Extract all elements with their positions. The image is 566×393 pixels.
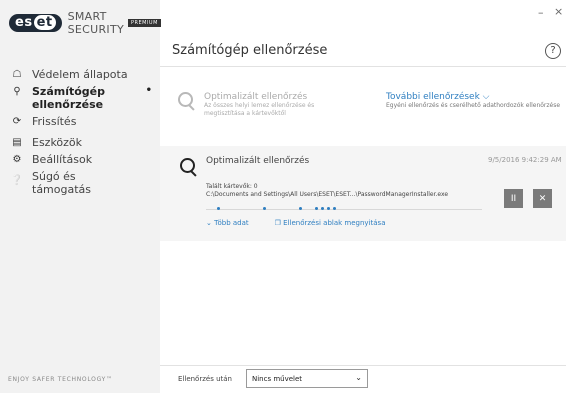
optimized-scan-title: Optimalizált ellenőrzés xyxy=(204,92,308,102)
scan-task-title: Optimalizált ellenőrzés xyxy=(206,156,310,166)
sidebar-item-label: Beállítások xyxy=(32,153,93,166)
sidebar-item-tools[interactable]: ▤ Eszközök xyxy=(0,136,160,149)
search-icon: ⚲ xyxy=(13,86,21,97)
advanced-scans-description: Egyéni ellenőrzés és cserélhető adathord… xyxy=(386,102,561,109)
brand-right: et xyxy=(33,15,56,30)
active-indicator: • xyxy=(145,85,152,96)
sidebar-nav: ☖ Védelem állapota ⚲ Számítógép ellenőrz… xyxy=(0,68,160,200)
progress-dot xyxy=(299,207,302,210)
refresh-icon: ⟳ xyxy=(12,116,22,127)
brand-left: es xyxy=(15,15,33,30)
stop-button[interactable]: ✕ xyxy=(533,189,552,208)
advanced-scans-title: További ellenőrzések xyxy=(386,92,480,102)
pause-button[interactable]: II xyxy=(504,189,523,208)
after-scan-action-select[interactable]: Nincs művelet ⌄ xyxy=(246,369,368,388)
eset-logo: es et SMART SECURITY PREMIUM xyxy=(9,10,161,36)
optimized-scan-option[interactable]: Optimalizált ellenőrzés Az összes helyi … xyxy=(178,92,334,118)
main-panel: – × Számítógép ellenőrzése ? Optimalizál… xyxy=(160,0,566,393)
sidebar-item-label: Védelem állapota xyxy=(32,68,128,81)
page-title: Számítógép ellenőrzése xyxy=(172,43,328,58)
sidebar-item-computer-scan[interactable]: ⚲ Számítógép ellenőrzése • xyxy=(0,85,160,111)
close-button[interactable]: × xyxy=(554,5,563,18)
threats-found: Talált kártevők: 0 xyxy=(206,183,258,190)
chevron-down-icon: ⌄ xyxy=(355,373,362,382)
sidebar-item-settings[interactable]: ⚙ Beállítások xyxy=(0,153,160,166)
open-scan-window-link[interactable]: ❐ Ellenőrzési ablak megnyitása xyxy=(275,219,386,227)
after-scan-label: Ellenőrzés után xyxy=(178,375,232,383)
search-icon xyxy=(178,92,196,111)
more-info-label: Több adat xyxy=(214,219,249,227)
progress-dot xyxy=(263,207,266,210)
footer-divider xyxy=(160,365,566,366)
sidebar-item-protection-status[interactable]: ☖ Védelem állapota xyxy=(0,68,160,81)
sidebar-item-label: Számítógép ellenőrzése xyxy=(32,85,106,111)
progress-dot xyxy=(321,207,324,210)
sidebar-item-help[interactable]: ❔ Súgó és támogatás xyxy=(0,170,160,196)
advanced-scans-option[interactable]: További ellenőrzések ⌵ Egyéni ellenőrzés… xyxy=(386,92,561,110)
minimize-button[interactable]: – xyxy=(538,6,544,19)
scan-progress-track xyxy=(206,209,482,210)
product-name: SMART SECURITY xyxy=(67,10,124,36)
open-scan-window-label: Ellenőrzési ablak megnyitása xyxy=(283,219,386,227)
scan-task-panel: Optimalizált ellenőrzés 9/5/2016 9:42:29… xyxy=(160,146,566,241)
sidebar-item-label: Frissítés xyxy=(32,115,77,128)
progress-dot xyxy=(315,207,318,210)
progress-dot xyxy=(327,207,330,210)
current-scan-path: C:\Documents and Settings\All Users\ESET… xyxy=(206,191,449,198)
toolbox-icon: ▤ xyxy=(12,137,22,148)
home-icon: ☖ xyxy=(12,69,22,80)
chevron-down-icon: ⌄ xyxy=(206,219,212,227)
progress-dot xyxy=(217,207,220,210)
optimized-scan-description: Az összes helyi lemez ellenőrzése és meg… xyxy=(204,102,315,117)
more-info-link[interactable]: ⌄ Több adat xyxy=(206,219,249,227)
window-icon: ❐ xyxy=(274,219,281,227)
scan-task-timestamp: 9/5/2016 9:42:29 AM xyxy=(488,156,562,164)
sidebar-item-label: Súgó és támogatás xyxy=(32,170,92,196)
chevron-down-icon: ⌵ xyxy=(482,92,490,102)
sidebar-item-update[interactable]: ⟳ Frissítés xyxy=(0,115,160,128)
sidebar: es et SMART SECURITY PREMIUM ☖ Védelem ál… xyxy=(0,0,161,393)
header-divider xyxy=(160,66,566,67)
progress-dot xyxy=(333,207,336,210)
sidebar-item-label: Eszközök xyxy=(32,136,83,149)
edition-badge: PREMIUM xyxy=(127,19,161,27)
info-icon: ❔ xyxy=(10,175,24,186)
gear-icon: ⚙ xyxy=(12,154,22,165)
help-button[interactable]: ? xyxy=(545,43,561,59)
eset-brand-badge: es et xyxy=(9,14,62,32)
after-scan-action-value: Nincs művelet xyxy=(252,375,303,383)
search-icon xyxy=(180,158,198,177)
tagline: ENJOY SAFER TECHNOLOGY™ xyxy=(8,376,113,383)
